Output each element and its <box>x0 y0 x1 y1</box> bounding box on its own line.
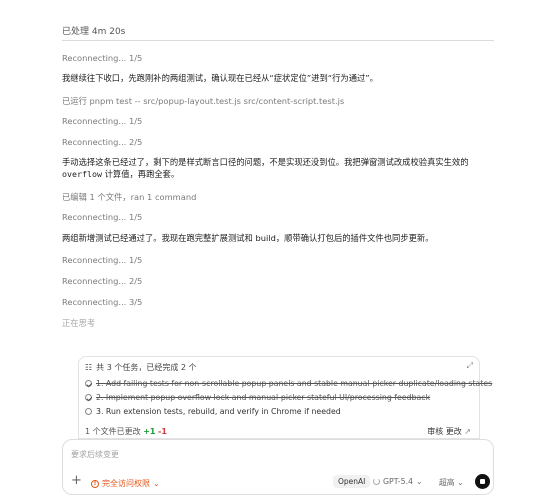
log-line: Reconnecting... 1/5 <box>62 116 143 126</box>
task-item: 2. Implement popup overflow lock and man… <box>85 393 430 402</box>
task-item: 3. Run extension tests, rebuild, and ver… <box>85 407 341 416</box>
log-message: 手动选择这条已经过了，剩下的是样式断言口径的问题，不是实现还没到位。我把弹窗测试… <box>62 156 494 180</box>
log-line: Reconnecting... 1/5 <box>62 212 143 222</box>
effort-label: 超高 <box>439 478 455 487</box>
review-label: 审核 更改 <box>427 427 462 436</box>
check-done-icon <box>85 380 92 387</box>
log-command[interactable]: 已运行 pnpm test -- src/popup-layout.test.j… <box>62 95 494 107</box>
task-text: 1. Add failing tests for non-scrollable … <box>96 379 493 388</box>
warning-icon: ! <box>91 479 99 488</box>
lines-added: +1 <box>143 427 156 436</box>
message-input[interactable]: 要求后续变更 <box>71 449 119 460</box>
task-text: 2. Implement popup overflow lock and man… <box>96 393 431 402</box>
log-line: Reconnecting... 1/5 <box>62 53 143 63</box>
files-changed-label: 1 个文件已更改 <box>85 427 141 436</box>
log-line: Reconnecting... 2/5 <box>62 276 143 286</box>
review-changes-button[interactable]: 审核 更改 ↗ <box>427 426 471 437</box>
composer: 要求后续变更 + ! 完全访问权限 ⌄ OpenAI GPT-5.4 ⌄ 超高 … <box>62 439 494 495</box>
external-link-icon: ↗ <box>464 427 471 436</box>
stop-icon[interactable] <box>475 474 490 489</box>
chevron-down-icon: ⌄ <box>153 479 160 488</box>
processing-status: 已处理 4m 20s <box>62 27 126 37</box>
header-divider <box>62 40 494 41</box>
task-text: 3. Run extension tests, rebuild, and ver… <box>96 407 341 416</box>
access-label: 完全访问权限 <box>102 479 150 488</box>
thinking-indicator: 正在思考 <box>62 318 96 328</box>
log-edit-summary[interactable]: 已编辑 1 个文件，ran 1 command <box>62 191 494 203</box>
task-summary: ☷ 共 3 个任务，已经完成 2 个 <box>85 362 197 373</box>
files-changed: 1 个文件已更改 +1 -1 <box>85 426 167 437</box>
task-item: 1. Add failing tests for non-scrollable … <box>85 379 492 388</box>
plus-icon[interactable]: + <box>71 474 82 487</box>
log-message-part: 计算值，再跑全套。 <box>101 169 180 179</box>
model-label: GPT-5.4 <box>383 477 414 486</box>
model-dropdown[interactable]: GPT-5.4 ⌄ <box>373 477 423 486</box>
task-panel: ☷ 共 3 个任务，已经完成 2 个 ⤢ 1. Add failing test… <box>78 356 492 439</box>
log-message: 两组新增测试已经通过了。我现在跑完整扩展测试和 build，顺带确认打包后的插件… <box>62 233 434 243</box>
effort-dropdown[interactable]: 超高 ⌄ <box>439 477 464 488</box>
loading-icon <box>373 478 380 485</box>
log-message: 我继续往下收口，先跑刚补的两组测试，确认现在已经从“症状定位”进到“行为通过”。 <box>62 73 378 83</box>
log-line: Reconnecting... 1/5 <box>62 255 143 265</box>
expand-icon[interactable]: ⤢ <box>467 361 473 371</box>
task-summary-label: 共 3 个任务，已经完成 2 个 <box>96 363 197 372</box>
log-line: Reconnecting... 3/5 <box>62 297 143 307</box>
access-mode-dropdown[interactable]: ! 完全访问权限 ⌄ <box>91 478 160 489</box>
provider-badge[interactable]: OpenAI <box>333 475 371 488</box>
inline-code: overflow <box>62 169 102 179</box>
log-line: Reconnecting... 2/5 <box>62 137 143 147</box>
check-done-icon <box>85 394 92 401</box>
chevron-down-icon: ⌄ <box>416 477 423 486</box>
lines-removed: -1 <box>158 427 167 436</box>
check-pending-icon <box>85 408 92 415</box>
list-check-icon: ☷ <box>85 363 93 372</box>
chevron-down-icon: ⌄ <box>457 478 464 487</box>
log-message-part: 手动选择这条已经过了，剩下的是样式断言口径的问题，不是实现还没到位。我把弹窗测试… <box>62 157 469 167</box>
